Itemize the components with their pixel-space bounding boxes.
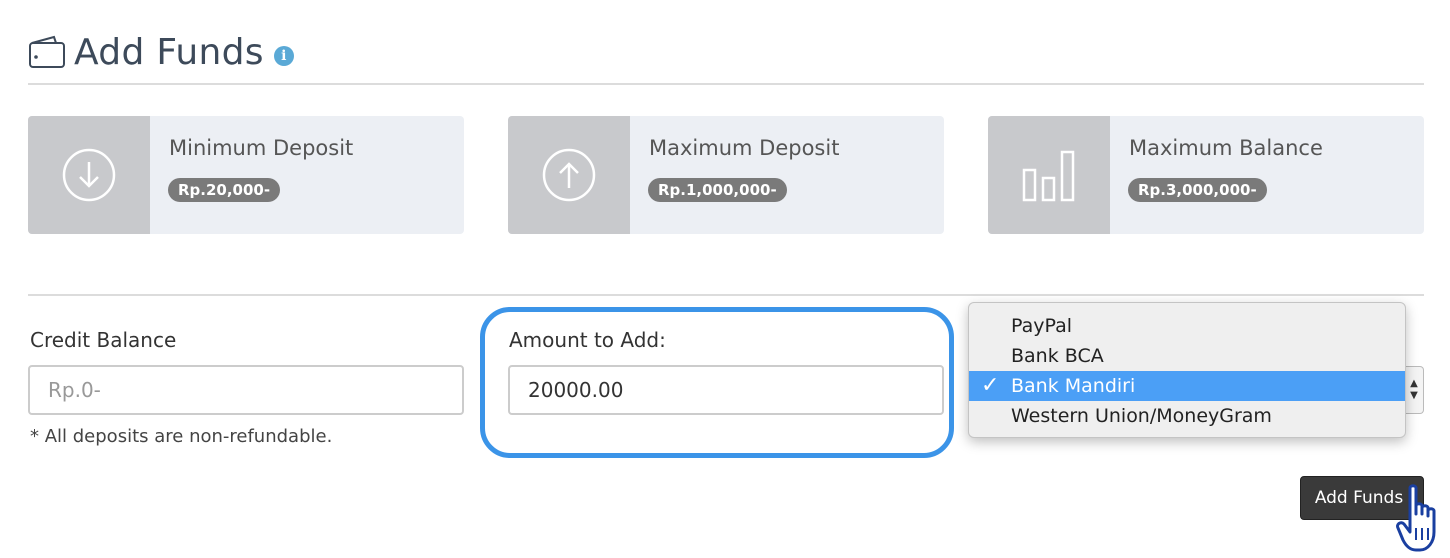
stat-card-maximum-balance: Maximum Balance Rp.3,000,000- bbox=[988, 116, 1424, 234]
bar-chart-icon bbox=[1022, 150, 1075, 202]
payment-select-arrows-icon[interactable]: ▲ ▼ bbox=[1405, 366, 1424, 414]
stat-icon-box bbox=[508, 116, 630, 234]
payment-option-label: Bank Mandiri bbox=[1011, 375, 1136, 397]
credit-balance-label: Credit Balance bbox=[30, 328, 177, 352]
arrow-up-circle-icon bbox=[542, 148, 596, 202]
credit-balance-field: Rp.0- bbox=[28, 365, 464, 415]
non-refundable-note: * All deposits are non-refundable. bbox=[30, 426, 333, 447]
payment-method-dropdown[interactable]: PayPal Bank BCA ✓ Bank Mandiri Western U… bbox=[968, 302, 1406, 438]
payment-option-bank-bca[interactable]: Bank BCA bbox=[969, 341, 1405, 371]
arrow-down-circle-icon bbox=[62, 148, 116, 202]
payment-option-bank-mandiri[interactable]: ✓ Bank Mandiri bbox=[969, 371, 1405, 401]
stat-label: Maximum Balance bbox=[1129, 136, 1323, 160]
divider-middle bbox=[28, 294, 1424, 296]
chevron-up-icon: ▲ bbox=[1410, 378, 1418, 389]
amount-highlight-ring bbox=[480, 307, 954, 458]
payment-option-paypal[interactable]: PayPal bbox=[969, 311, 1405, 341]
stat-value-badge: Rp.1,000,000- bbox=[648, 178, 787, 202]
page-title: Add Funds bbox=[74, 31, 264, 73]
stat-card-maximum-deposit: Maximum Deposit Rp.1,000,000- bbox=[508, 116, 944, 234]
payment-option-western-union[interactable]: Western Union/MoneyGram bbox=[969, 401, 1405, 431]
hand-pointer-icon bbox=[1396, 484, 1436, 552]
info-icon[interactable]: i bbox=[273, 46, 294, 66]
stat-value-badge: Rp.20,000- bbox=[168, 178, 281, 202]
wallet-icon bbox=[29, 35, 65, 68]
stat-value-badge: Rp.3,000,000- bbox=[1128, 178, 1267, 202]
checkmark-icon: ✓ bbox=[981, 373, 1000, 398]
divider-top bbox=[28, 83, 1424, 85]
stat-label: Maximum Deposit bbox=[649, 136, 840, 160]
stat-icon-box bbox=[988, 116, 1110, 234]
stat-card-minimum-deposit: Minimum Deposit Rp.20,000- bbox=[28, 116, 464, 234]
page-header: Add Funds i bbox=[28, 30, 294, 74]
chevron-down-icon: ▼ bbox=[1410, 390, 1418, 401]
stat-icon-box bbox=[28, 116, 150, 234]
stat-label: Minimum Deposit bbox=[169, 136, 354, 160]
